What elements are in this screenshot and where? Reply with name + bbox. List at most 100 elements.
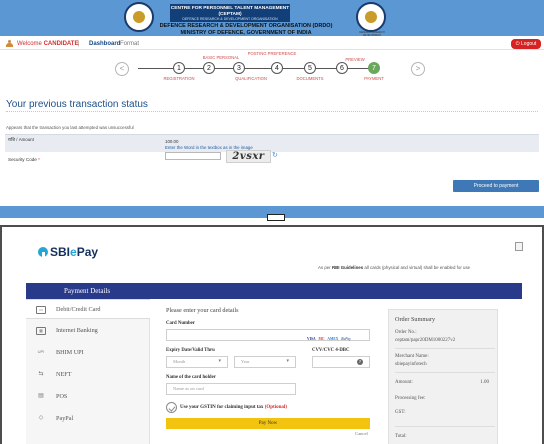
step-4-label: POSTING PREFERENCE: [247, 51, 297, 56]
card-brand-logos: VISA MC AMEX RuPay: [305, 334, 351, 344]
total-label: Total:: [395, 434, 407, 439]
step-5[interactable]: 5: [304, 62, 316, 74]
cvv-label: CVV/CVC 4-DBC: [312, 348, 350, 353]
merchant-label: Merchant Name:: [395, 354, 429, 359]
menu-item-pos[interactable]: ▤ POS: [26, 387, 150, 407]
card-holder-input[interactable]: Name as on card: [166, 383, 296, 395]
summary-amount-value: 1.00: [480, 380, 489, 385]
expiry-label: Expiry Date/Valid Thru: [166, 348, 215, 353]
logout-label: Logout: [521, 41, 537, 47]
sbiepay-logo: SBIePay: [38, 245, 98, 259]
refresh-captcha-icon[interactable]: ↻: [272, 151, 278, 159]
processing-fee-label: Processing fee:: [395, 396, 426, 401]
pay-now-button[interactable]: Pay Now: [166, 418, 370, 429]
gstin-optional: (Optional): [264, 405, 287, 410]
security-code-input[interactable]: [165, 152, 221, 160]
proceed-to-payment-button[interactable]: Proceed to payment: [453, 180, 539, 192]
cancel-link[interactable]: Cancel: [355, 431, 368, 436]
summary-divider: [395, 348, 495, 349]
menu-label-upi: BHIM UPI: [56, 349, 84, 356]
menu-label-paypal: PayPal: [56, 415, 74, 422]
pos-icon: ▤: [38, 393, 44, 399]
step-1-label: REGISTRATION: [163, 76, 195, 81]
username: CANDIDATE: [43, 41, 79, 47]
menu-item-card[interactable]: ▭ Debit/Credit Card: [26, 299, 157, 319]
cvv-input[interactable]: ?: [312, 356, 370, 368]
logo-e: e: [70, 245, 77, 259]
panel-drag-handle[interactable]: [267, 214, 285, 221]
transfer-icon: ⇆: [38, 371, 44, 377]
payment-details-bar: Payment Details: [26, 283, 522, 299]
payment-method-menu: ▭ Debit/Credit Card ▦ Internet Banking U…: [26, 299, 157, 444]
card-form: Please enter your card details Card Numb…: [166, 307, 370, 444]
step-4[interactable]: 4: [271, 62, 283, 74]
sbi-logo-icon: [38, 247, 48, 257]
rbi-prefix: As per: [318, 265, 331, 270]
amount-value: 100.00: [165, 139, 179, 144]
amount-label: Amount:: [395, 380, 413, 385]
chevron-down-icon: ▾: [218, 359, 221, 364]
top-nav: Welcome CANDIDATE | Dashboard Format ⏻ L…: [0, 38, 544, 50]
order-summary-title: Order Summary: [395, 316, 436, 323]
menu-item-neft[interactable]: ⇆ NEFT: [26, 365, 150, 385]
step-5-label: DOCUMENTS: [296, 76, 324, 81]
logout-button[interactable]: ⏻ Logout: [511, 39, 541, 49]
form-link[interactable]: Format: [120, 38, 139, 50]
rupay-icon: RuPay: [341, 337, 351, 341]
step-3[interactable]: 3: [233, 62, 245, 74]
amount-label: राशि / Amount: [8, 137, 34, 142]
right-emblem-icon: [356, 2, 386, 32]
rbi-guidelines-link[interactable]: RBI Guidelines: [332, 265, 363, 270]
nav-separator: |: [78, 41, 80, 47]
check-circle-icon[interactable]: [166, 402, 177, 413]
order-no-value: ceptam/papr20DM1000227v2: [395, 338, 456, 343]
page-title: Your previous transaction status: [6, 99, 148, 110]
card-form-heading: Please enter your card details: [166, 307, 239, 314]
sbiepay-panel: SBIePay As per RBI Guidelines all cards …: [0, 225, 544, 444]
step-6[interactable]: 6: [336, 62, 348, 74]
org-subtitle: DEFENCE RESEARCH & DEVELOPMENT ORGANISAT…: [182, 17, 278, 21]
required-marker: *: [38, 157, 40, 162]
welcome-prefix: Welcome: [17, 41, 42, 47]
title-divider: [6, 111, 538, 112]
merchant-value: sbiepayinfotech: [395, 362, 427, 367]
cvv-info-icon[interactable]: ?: [357, 359, 363, 365]
drdo-line-2: MINISTRY OF DEFENCE, GOVERNMENT OF INDIA: [180, 29, 312, 36]
summary-divider: [395, 426, 495, 427]
logo-prefix: SBI: [50, 245, 71, 259]
menu-item-paypal[interactable]: ◇ PayPal: [26, 409, 150, 429]
step-7[interactable]: 7: [368, 62, 380, 74]
header-band: CENTRE FOR PERSONNEL TALENT MANAGEMENT (…: [0, 0, 544, 37]
gstin-toggle[interactable]: Use your GSTIN for claiming input tax (O…: [166, 402, 287, 414]
amount-row: राशि / Amount 100.00 Enter the Word in t…: [5, 134, 539, 152]
gst-label: GST:: [395, 410, 406, 415]
step-1[interactable]: 1: [173, 62, 185, 74]
menu-item-netbanking[interactable]: ▦ Internet Banking: [26, 321, 150, 341]
step-2[interactable]: 2: [203, 62, 215, 74]
dashboard-link[interactable]: Dashboard: [89, 38, 120, 50]
expiry-month-select[interactable]: Month ▾: [166, 356, 228, 368]
stepper-prev-button[interactable]: <: [115, 62, 129, 76]
user-icon: [6, 40, 13, 48]
drdo-title: DEFENCE RESEARCH & DEVELOPMENT ORGANISAT…: [146, 23, 346, 36]
visa-icon: VISA: [307, 337, 316, 341]
bank-icon: ▦: [36, 327, 46, 335]
broken-image-icon: [515, 242, 523, 251]
screenshot-root: CENTRE FOR PERSONNEL TALENT MANAGEMENT (…: [0, 0, 544, 444]
rbi-note: As per RBI Guidelines all cards (physica…: [318, 265, 470, 270]
card-number-input[interactable]: VISA MC AMEX RuPay: [166, 329, 370, 341]
progress-stepper: < 1 REGISTRATION 2 BASIC PERSONAL 3 QUAL…: [0, 51, 544, 94]
expiry-year-select[interactable]: Year ▾: [234, 356, 296, 368]
card-number-label: Card Number: [166, 321, 195, 326]
welcome-text: Welcome CANDIDATE: [17, 38, 78, 50]
org-name: CENTRE FOR PERSONNEL TALENT MANAGEMENT (…: [170, 6, 290, 17]
amex-icon: AMEX: [327, 337, 339, 341]
month-placeholder: Month: [173, 359, 186, 364]
stepper-next-button[interactable]: >: [411, 62, 425, 76]
menu-item-upi[interactable]: UPI BHIM UPI: [26, 343, 150, 363]
gstin-text: Use your GSTIN for claiming input tax: [180, 405, 264, 410]
order-no-label: Order No.:: [395, 330, 417, 335]
security-code-text: Security Code: [8, 157, 37, 162]
security-code-label: Security Code *: [8, 157, 40, 162]
menu-label-neft: NEFT: [56, 371, 72, 378]
